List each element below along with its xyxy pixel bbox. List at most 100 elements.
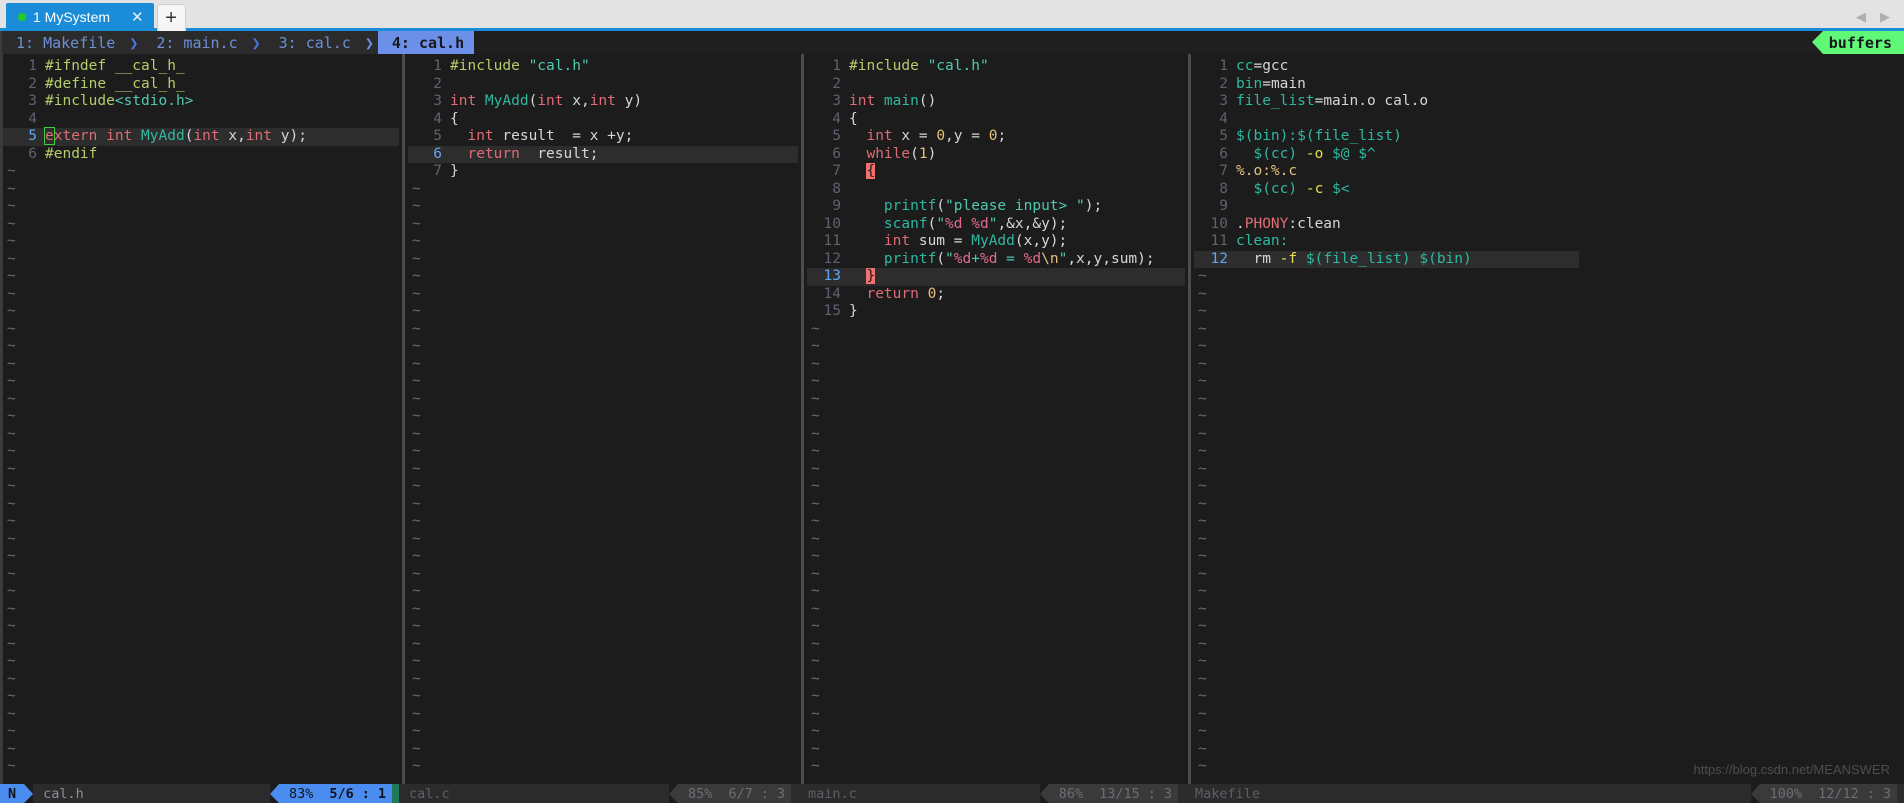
line-number: 13 [823,268,841,284]
tilde-filler-icon: ~ [1198,373,1207,389]
code-line: 11 int sum = MyAdd(x,y); [807,233,1185,251]
line-number: 10 [823,215,841,232]
line-content: file_list=main.o cal.o [1236,93,1579,111]
empty-line: ~ [408,391,798,409]
empty-line: ~ [807,723,1185,741]
code-line: 7 %.o:%.c [1194,163,1579,181]
code-token: } [849,303,858,319]
line-content: { [849,111,1185,129]
tilde-filler-icon: ~ [1198,653,1207,669]
tab-label: 1: Makefile [16,33,116,52]
tilde-filler-icon: ~ [7,443,16,459]
split-divider-bar [801,54,804,784]
editor-pane-main-c[interactable]: 1 #include "cal.h" 2 3 int main() 4{5 int x =… [807,54,1185,784]
code-token: x = [901,128,937,144]
empty-line: ~ [1194,496,1579,514]
code-area[interactable]: 1 #ifndef __cal_h_ 2 #define __cal_h_ 3 #incl… [3,54,399,784]
code-line: 4{ [807,111,1185,129]
code-token: -c [1305,180,1324,197]
empty-line: ~ [807,513,1185,531]
code-token: printf [883,250,937,267]
empty-line: ~ [408,548,798,566]
line-content: #include "cal.h" [849,58,1185,76]
status-pane-cal-c: cal.c 85% 6/7:3 [399,784,798,803]
chevron-left-icon[interactable]: ◀ [1856,9,1866,25]
empty-line: ~ [807,356,1185,374]
code-line: 12 rm -f $(file_list) $(bin) [1194,250,1579,268]
split-divider[interactable] [1185,54,1194,784]
terminal-tab-mysystem[interactable]: 1 MySystem ✕ [6,3,154,31]
mode-arrow-icon [24,784,34,803]
tilde-filler-icon: ~ [412,478,421,494]
empty-line: ~ [807,373,1185,391]
status-line-of-total: 6/7 [728,785,753,802]
editor-pane-cal-c[interactable]: 1 #include "cal.h" 2 3 int MyAdd(int x,int y… [408,54,798,784]
code-line: 5 $(bin):$(file_list) [1194,128,1579,146]
empty-line: ~ [408,408,798,426]
status-percent: 86% [1048,784,1094,803]
tilde-filler-icon: ~ [811,723,820,739]
tab-3-cal.c[interactable]: 3: cal.c [264,31,361,54]
line-content: #ifndef __cal_h_ [45,58,399,76]
tilde-filler-icon: ~ [412,180,421,197]
tilde-filler-icon: ~ [412,653,421,669]
code-token: #include [45,93,115,109]
line-number: 2 [433,75,442,92]
code-line: 1 #include "cal.h" [807,58,1185,76]
tab-1-makefile[interactable]: 1: Makefile [2,31,126,54]
tilde-filler-icon: ~ [811,338,820,354]
code-token: scanf [883,215,928,232]
code-area[interactable]: 1 #include "cal.h" 2 3 int main() 4{5 int x =… [807,54,1185,784]
tilde-filler-icon: ~ [412,250,421,267]
code-token: "please input> " [945,198,1085,214]
code-token: :clean [1288,215,1341,232]
empty-line: ~ [3,618,399,636]
code-token: -o [1305,145,1324,162]
code-line: 9 [1194,198,1579,216]
chevron-right-icon[interactable]: ▶ [1880,9,1890,25]
close-icon[interactable]: ✕ [131,8,144,26]
status-column: 3 [1163,785,1172,802]
tilde-filler-icon: ~ [1198,495,1207,512]
tilde-filler-icon: ~ [1198,355,1207,372]
tilde-filler-icon: ~ [7,740,16,757]
code-line: 6 while(1) [807,146,1185,164]
code-line: 9 printf("please input> "); [807,198,1185,216]
terminal-tab-strip: 1 MySystem ✕ + ◀ ▶ [0,0,1904,31]
tilde-filler-icon: ~ [7,583,16,599]
empty-line: ~ [1194,758,1579,776]
split-divider[interactable] [798,54,807,784]
code-area[interactable]: 1 cc=gcc 2 bin=main 3 file_list=main.o cal.o 4… [1194,54,1579,784]
empty-line: ~ [3,566,399,584]
new-tab-button[interactable]: + [156,4,186,31]
status-end-cap [1178,784,1185,803]
tilde-filler-icon: ~ [7,460,16,477]
empty-line: ~ [1194,356,1579,374]
line-number: 14 [823,285,841,302]
empty-line: ~ [408,321,798,339]
tilde-filler-icon: ~ [412,355,421,372]
status-filename: cal.c [399,784,460,803]
code-token: int [849,93,884,109]
editor-pane-cal-h[interactable]: 1 #ifndef __cal_h_ 2 #define __cal_h_ 3 #incl… [3,54,399,784]
tab-scroll-controls: ◀ ▶ [1856,9,1904,31]
line-number: 6 [433,145,442,162]
tilde-filler-icon: ~ [1198,408,1207,424]
empty-line: ~ [807,321,1185,339]
line-number: 7 [832,163,841,179]
code-token: return [467,145,520,162]
empty-line: ~ [1194,391,1579,409]
empty-line: ~ [1194,723,1579,741]
editor-pane-makefile[interactable]: 1 cc=gcc 2 bin=main 3 file_list=main.o cal.o 4… [1194,54,1579,784]
code-token: printf [883,198,937,214]
tab-2-main.c[interactable]: 2: main.c [142,31,248,54]
tab-4-cal.h[interactable]: 4: cal.h [377,31,475,54]
code-area[interactable]: 1 #include "cal.h" 2 3 int MyAdd(int x,int y… [408,54,798,784]
status-end-cap [791,784,798,803]
tilde-filler-icon: ~ [7,495,16,512]
split-divider[interactable] [399,54,408,784]
